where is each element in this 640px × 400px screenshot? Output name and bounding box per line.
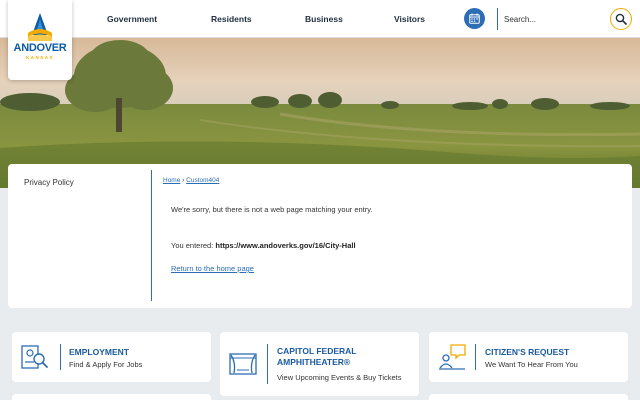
chat-request-icon <box>439 344 466 370</box>
calendar-button[interactable] <box>464 8 485 29</box>
error-message: We're sorry, but there is not a web page… <box>171 205 373 214</box>
entered-url-line: You entered: https://www.andoverks.gov/1… <box>171 241 356 250</box>
tile-title: CAPITOL FEDERAL AMPHITHEATER® <box>277 346 357 367</box>
content-card: Privacy Policy Home › Custom404 We're so… <box>8 164 632 308</box>
theater-stage-icon <box>229 353 257 375</box>
breadcrumb: Home › Custom404 <box>163 177 219 184</box>
tile-subtitle: Find & Apply For Jobs <box>69 360 143 369</box>
site-header: Government Residents Business Visitors <box>0 0 640 38</box>
content-divider <box>151 170 152 301</box>
logo-subtitle: KANSAS <box>25 55 54 60</box>
nav-business[interactable]: Business <box>305 14 343 24</box>
nav-residents[interactable]: Residents <box>211 14 252 24</box>
search-input[interactable] <box>504 10 600 28</box>
header-divider <box>497 8 498 30</box>
tile-row2-1[interactable] <box>12 394 211 400</box>
tile-divider <box>60 344 61 370</box>
entered-label: You entered: <box>171 241 214 250</box>
entered-url: https://www.andoverks.gov/16/City-Hall <box>215 241 356 250</box>
return-home-link[interactable]: Return to the home page <box>171 264 254 273</box>
search-button[interactable] <box>610 8 632 30</box>
breadcrumb-separator: › <box>182 177 185 184</box>
logo-name: ANDOVER <box>13 42 67 54</box>
site-logo[interactable]: ANDOVER KANSAS <box>8 0 72 80</box>
tile-citizens-request[interactable]: CITIZEN'S REQUEST We Want To Hear From Y… <box>429 332 628 382</box>
nav-visitors[interactable]: Visitors <box>394 14 425 24</box>
tile-subtitle: View Upcoming Events & Buy Tickets <box>277 373 402 382</box>
magnifier-icon <box>615 13 627 25</box>
tile-divider <box>267 344 268 384</box>
job-search-icon <box>21 345 48 369</box>
breadcrumb-home[interactable]: Home <box>163 177 180 184</box>
tile-title: CITIZEN'S REQUEST <box>485 347 570 357</box>
breadcrumb-current[interactable]: Custom404 <box>186 177 219 184</box>
sidebar-link-privacy-policy[interactable]: Privacy Policy <box>24 178 74 187</box>
tile-employment[interactable]: EMPLOYMENT Find & Apply For Jobs <box>12 332 211 382</box>
tile-amphitheater[interactable]: CAPITOL FEDERAL AMPHITHEATER® View Upcom… <box>220 332 419 396</box>
calendar-icon <box>469 13 480 24</box>
tile-divider <box>475 344 476 370</box>
tile-row2-3[interactable] <box>429 394 628 400</box>
logo-emblem-icon <box>28 13 52 41</box>
tile-subtitle: We Want To Hear From You <box>485 360 578 369</box>
nav-government[interactable]: Government <box>107 14 157 24</box>
tile-title: EMPLOYMENT <box>69 347 129 357</box>
